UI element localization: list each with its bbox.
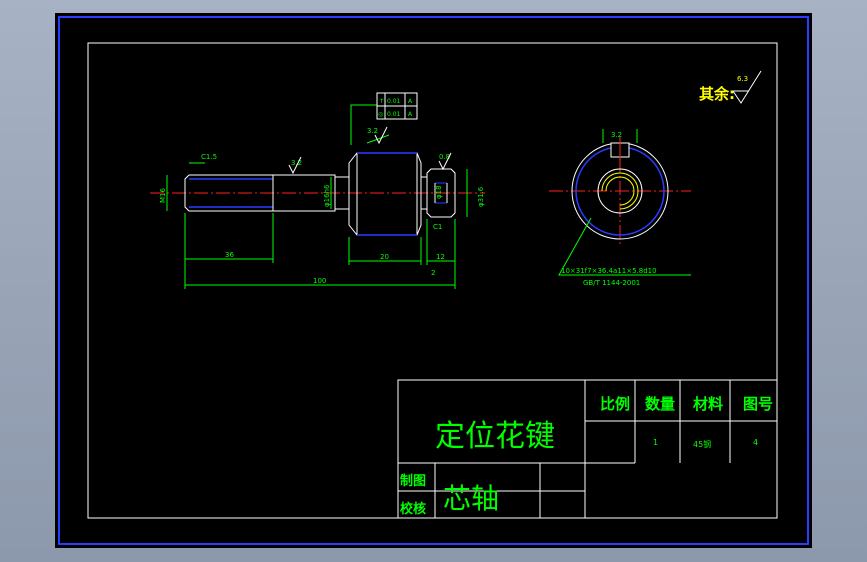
title-block-labels: 比例 数量 材料 图号 <box>600 395 773 413</box>
col-scale-label: 比例 <box>600 395 630 413</box>
qty-value: 1 <box>653 438 658 447</box>
material-value: 45钢 <box>693 439 711 449</box>
note-c1: C1 <box>433 223 442 231</box>
tolerance-frame: ↑ 0.01 A ◎ 0.01 A <box>376 92 418 120</box>
roughness-symbol-general: 6.3 <box>732 70 762 104</box>
spline-side-view <box>549 137 691 247</box>
surface-note: 其余: <box>699 85 735 103</box>
title-block-signatures: 制图 校核 <box>400 473 426 517</box>
roughness-c: 3.2 <box>367 127 378 135</box>
drawn-by-label: 制图 <box>400 473 426 489</box>
dim-chamfer-left: C1.5 <box>201 153 217 161</box>
engineering-drawing: 其余: 6.3 36 100 20 12 C1.5 3.2 0.8 3.2 C1… <box>58 16 809 545</box>
spline-standard: GB/T 1144-2001 <box>583 279 640 287</box>
tol-row1-value: 0.01 <box>387 98 401 105</box>
dim-head-dia: φ18 <box>435 185 443 199</box>
part-name: 定位花键 <box>435 419 555 454</box>
tol-row1-ref: A <box>408 98 413 105</box>
cad-viewport: 其余: 6.3 36 100 20 12 C1.5 3.2 0.8 3.2 C1… <box>0 0 867 562</box>
drawing-sheet: 其余: 6.3 36 100 20 12 C1.5 3.2 0.8 3.2 C1… <box>55 13 812 548</box>
dimension-lines <box>166 104 468 289</box>
dim-body-dia: φ16h6 <box>323 184 331 207</box>
note-2: 2 <box>431 269 435 277</box>
tol-row2-symbol: ◎ <box>378 111 383 118</box>
dim-thread-length: 36 <box>225 251 234 259</box>
dim-head-length: 20 <box>380 253 389 261</box>
col-drawing-no-label: 图号 <box>743 395 773 413</box>
tol-row2-ref: A <box>408 111 413 118</box>
part-name-2: 芯轴 <box>443 482 499 515</box>
col-material-label: 材料 <box>693 395 723 413</box>
dim-end-dia: φ31.6 <box>477 186 485 207</box>
col-qty-label: 数量 <box>645 395 675 413</box>
dim-total-length: 100 <box>313 277 326 285</box>
spline-roughness: 3.2 <box>611 131 622 139</box>
roughness-general-value: 6.3 <box>737 75 748 83</box>
tol-row1-symbol: ↑ <box>379 98 384 105</box>
drawing-frame <box>87 42 778 519</box>
checked-by-label: 校核 <box>400 501 426 517</box>
dim-shoulder-length: 12 <box>436 253 445 261</box>
outer-border <box>58 16 809 545</box>
spline-spec: 10×31f7×36.4a11×5.8d10 <box>561 267 657 275</box>
tol-row2-value: 0.01 <box>387 111 401 118</box>
title-block-values: 1 45钢 4 <box>653 438 758 449</box>
drawing-no-value: 4 <box>753 438 758 447</box>
dim-thread-dia: M16 <box>159 188 167 203</box>
